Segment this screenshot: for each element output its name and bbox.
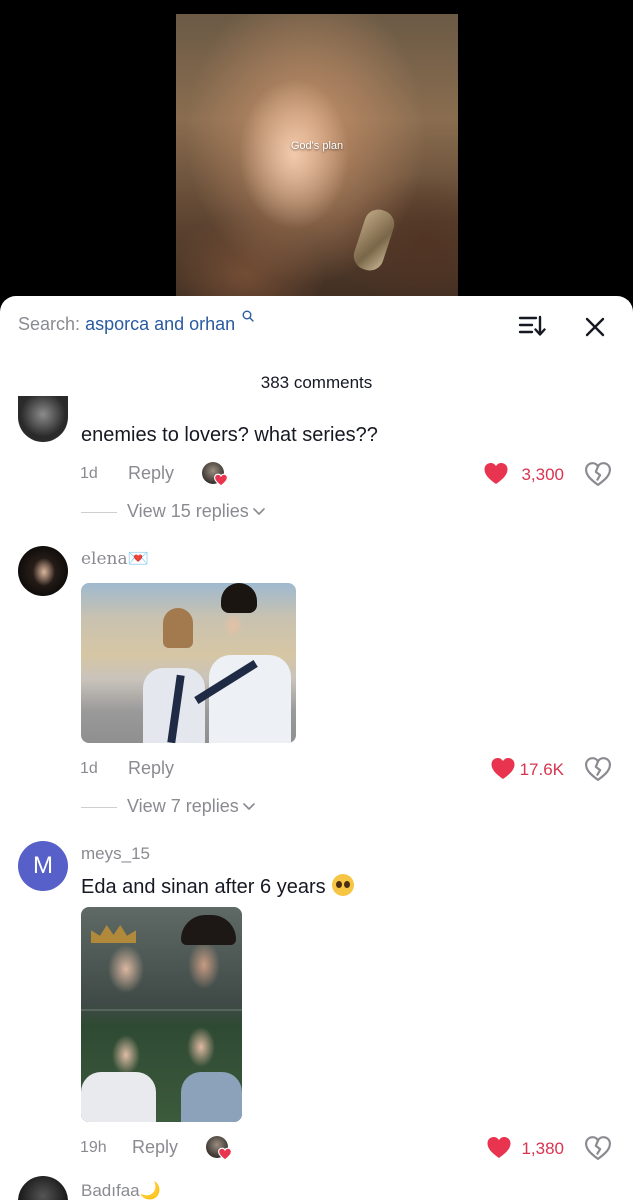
- reply-button[interactable]: Reply: [128, 758, 174, 779]
- like-count: 3,300: [521, 465, 564, 484]
- image-detail: [91, 925, 136, 943]
- comment-text: enemies to lovers? what series??: [81, 424, 378, 446]
- search-icon: [242, 310, 254, 322]
- creator-liked-badge: [206, 1136, 232, 1162]
- comment-time: 19h: [80, 1139, 107, 1156]
- view-replies-button[interactable]: View 15 replies: [81, 501, 265, 523]
- search-prefix: Search:: [18, 314, 81, 334]
- username[interactable]: Badıfaa🌙: [81, 1181, 161, 1200]
- search-suggestion[interactable]: Search: asporca and orhan: [18, 310, 254, 340]
- video-caption: God's plan: [290, 140, 344, 152]
- comment-text-content: Eda and sinan after 6 years: [81, 876, 326, 898]
- comment-image[interactable]: [81, 907, 242, 1122]
- view-replies-button[interactable]: View 7 replies: [81, 796, 255, 818]
- heart-icon[interactable]: [483, 462, 509, 485]
- like-count: 1,380: [521, 1139, 564, 1158]
- comments-sheet: Search: asporca and orhan 383 comments e…: [0, 296, 633, 1200]
- image-divider: [81, 1009, 242, 1011]
- image-figure: [81, 1072, 156, 1122]
- avatar[interactable]: [18, 546, 68, 596]
- comment-time: 1d: [80, 465, 98, 482]
- reply-thread-line: [81, 511, 117, 513]
- avatar[interactable]: M: [18, 841, 68, 891]
- image-figure: [181, 1072, 242, 1122]
- heart-icon: [214, 473, 228, 487]
- view-replies-label: View 15 replies: [127, 501, 249, 521]
- search-term[interactable]: asporca and orhan: [85, 314, 235, 334]
- sort-icon[interactable]: [518, 314, 546, 338]
- reply-thread-line: [81, 806, 117, 808]
- image-figure: [181, 915, 236, 945]
- chevron-down-icon: [242, 803, 255, 811]
- like-count: 17.6K: [519, 760, 564, 779]
- comment-count: 383 comments: [260, 373, 373, 392]
- broken-heart-icon[interactable]: [585, 1136, 611, 1160]
- comment-text: Eda and sinan after 6 years: [81, 874, 354, 899]
- image-figure: [221, 583, 257, 613]
- avatar[interactable]: [18, 1176, 68, 1200]
- close-icon[interactable]: [583, 315, 607, 339]
- username[interactable]: elena💌: [81, 549, 149, 569]
- video-area[interactable]: God's plan: [0, 0, 633, 320]
- video-ring-detail: [350, 205, 398, 275]
- reply-button[interactable]: Reply: [132, 1137, 178, 1158]
- avatar[interactable]: [18, 396, 68, 442]
- comment-image[interactable]: [81, 583, 296, 743]
- image-figure: [163, 608, 193, 648]
- view-replies-label: View 7 replies: [127, 796, 239, 816]
- creator-liked-badge: [202, 462, 228, 488]
- broken-heart-icon[interactable]: [585, 462, 611, 486]
- comment-time: 1d: [80, 760, 98, 777]
- reply-button[interactable]: Reply: [128, 463, 174, 484]
- heart-icon[interactable]: [490, 757, 516, 780]
- heart-icon: [218, 1147, 232, 1161]
- pleading-face-emoji-icon: [331, 874, 354, 896]
- username[interactable]: meys_15: [81, 844, 150, 864]
- video-frame[interactable]: God's plan: [176, 14, 458, 314]
- chevron-down-icon: [252, 508, 265, 516]
- heart-icon[interactable]: [486, 1136, 512, 1159]
- broken-heart-icon[interactable]: [585, 757, 611, 781]
